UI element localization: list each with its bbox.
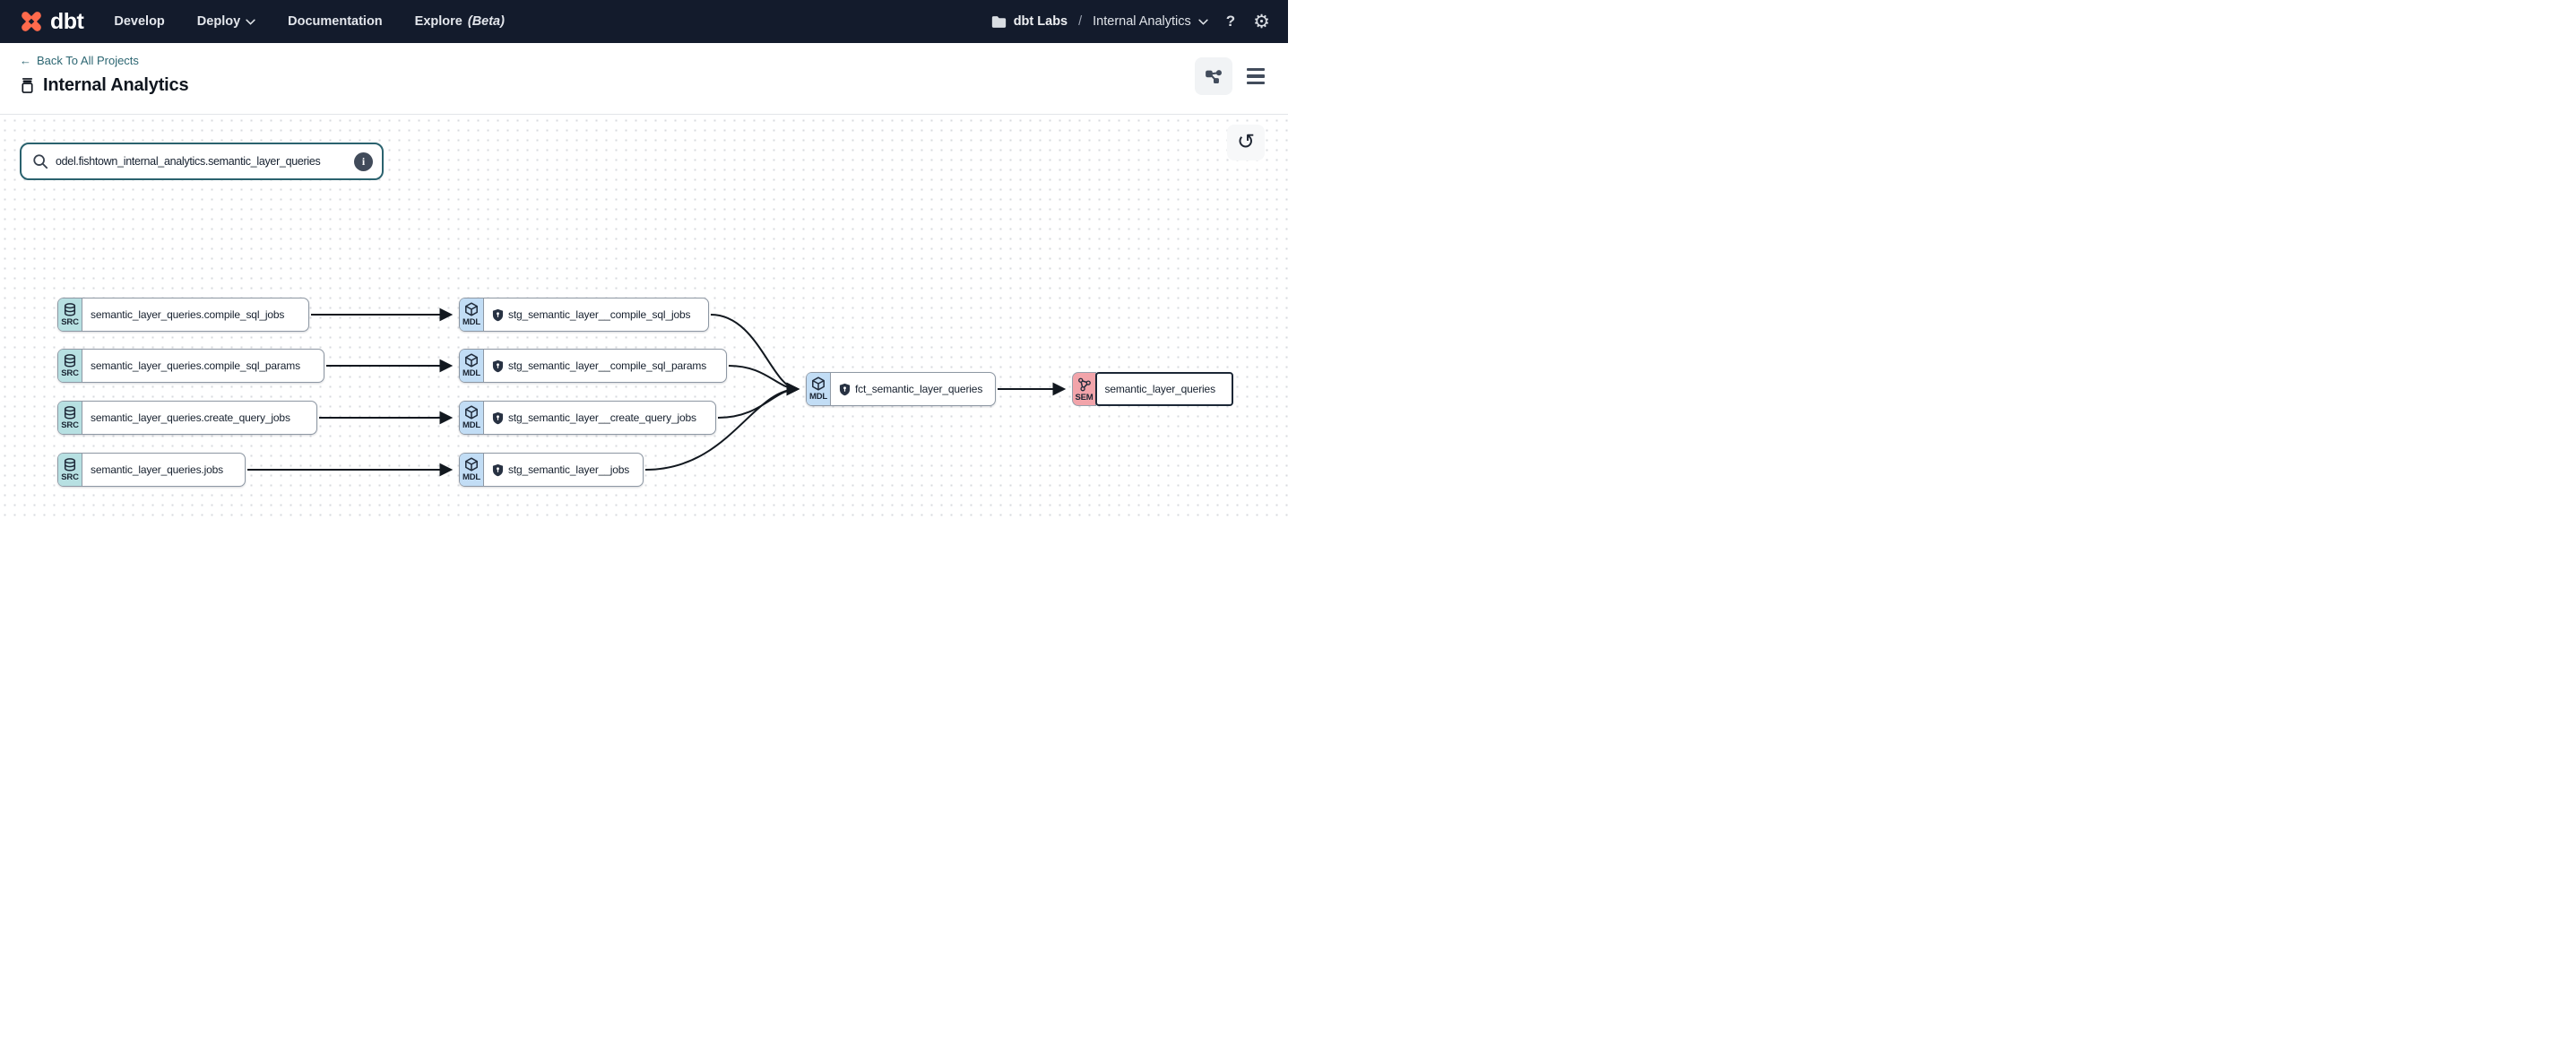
nav-item-documentation[interactable]: Documentation (288, 14, 383, 29)
search-icon (32, 153, 48, 169)
lineage-graph-icon (1204, 66, 1223, 86)
shield-icon (492, 411, 504, 425)
database-icon (63, 406, 77, 420)
breadcrumb-separator: / (1078, 14, 1082, 29)
graph-node-src_compile_sql_params[interactable]: SRCsemantic_layer_queries.compile_sql_pa… (57, 349, 324, 383)
dbt-cloud-app: dbt Develop Deploy Documentation Explore… (0, 0, 1288, 524)
database-icon (63, 458, 77, 472)
node-type-badge-mdl: MDL (460, 299, 484, 331)
info-icon[interactable]: i (354, 152, 373, 171)
help-icon[interactable]: ? (1226, 13, 1235, 30)
node-label: semantic_layer_queries.compile_sql_jobs (82, 299, 308, 331)
project-name: Internal Analytics (1093, 14, 1191, 29)
reset-icon: ↺ (1237, 132, 1255, 153)
shield-icon (839, 383, 851, 396)
search-input[interactable]: odel.fishtown_internal_analytics.semanti… (56, 155, 347, 168)
node-type-badge-src: SRC (58, 454, 82, 486)
chevron-down-icon (1198, 19, 1208, 25)
edge-stg_create_query_jobs-to-fct_semantic_layer_queries (718, 389, 798, 418)
graph-node-src_jobs[interactable]: SRCsemantic_layer_queries.jobs (57, 453, 246, 487)
explore-beta-tag: (Beta) (468, 14, 505, 29)
database-icon (63, 354, 77, 368)
chevron-down-icon (246, 19, 255, 25)
node-type-badge-sem: SEM (1072, 372, 1096, 406)
node-label: stg_semantic_layer__jobs (484, 454, 643, 486)
node-type-badge-mdl: MDL (460, 454, 484, 486)
node-type-badge-src: SRC (58, 299, 82, 331)
back-to-projects-link[interactable]: ← Back To All Projects (20, 54, 139, 67)
logo-text: dbt (50, 9, 83, 35)
graph-node-stg_compile_sql_jobs[interactable]: MDLstg_semantic_layer__compile_sql_jobs (459, 298, 709, 332)
shield-icon (492, 359, 504, 373)
reset-view-button[interactable]: ↺ (1227, 125, 1265, 160)
project-jar-icon (20, 77, 35, 94)
node-type-badge-mdl: MDL (460, 350, 484, 382)
graph-node-stg_jobs[interactable]: MDLstg_semantic_layer__jobs (459, 453, 644, 487)
cube-icon (464, 457, 479, 472)
node-label: stg_semantic_layer__compile_sql_jobs (484, 299, 708, 331)
nav-item-develop[interactable]: Develop (114, 14, 164, 29)
node-label: stg_semantic_layer__create_query_jobs (484, 402, 715, 434)
top-nav: dbt Develop Deploy Documentation Explore… (0, 0, 1288, 43)
node-label: semantic_layer_queries.jobs (82, 454, 245, 486)
back-arrow-icon: ← (20, 54, 31, 67)
node-type-badge-src: SRC (58, 350, 82, 382)
graph-node-semantic_layer_queries[interactable]: SEMsemantic_layer_queries (1072, 372, 1233, 406)
graph-node-fct_semantic_layer_queries[interactable]: MDLfct_semantic_layer_queries (806, 372, 996, 406)
graph-node-src_compile_sql_jobs[interactable]: SRCsemantic_layer_queries.compile_sql_jo… (57, 298, 309, 332)
node-label: semantic_layer_queries (1095, 372, 1234, 406)
folder-icon (991, 15, 1007, 29)
dbt-logo[interactable]: dbt (18, 8, 83, 35)
page-header: ← Back To All Projects Internal Analytic… (0, 43, 1288, 115)
lineage-view-button[interactable] (1195, 57, 1232, 95)
lineage-canvas[interactable]: odel.fishtown_internal_analytics.semanti… (0, 116, 1288, 524)
node-label: semantic_layer_queries.create_query_jobs (82, 402, 316, 434)
hamburger-icon (1247, 68, 1265, 71)
cube-icon (811, 376, 826, 391)
database-icon (63, 303, 77, 316)
semantic-layer-icon (1076, 376, 1092, 392)
settings-gear-icon[interactable]: ⚙ (1253, 13, 1270, 31)
account-project-switcher[interactable]: dbt Labs / Internal Analytics (991, 14, 1208, 29)
shield-icon (492, 308, 504, 322)
node-type-badge-mdl: MDL (460, 402, 484, 434)
nav-item-deploy[interactable]: Deploy (197, 14, 255, 29)
page-title: Internal Analytics (43, 75, 188, 96)
node-label: fct_semantic_layer_queries (831, 373, 995, 405)
graph-node-src_create_query_jobs[interactable]: SRCsemantic_layer_queries.create_query_j… (57, 401, 317, 435)
dbt-logo-icon (18, 8, 45, 35)
edge-stg_compile_sql_params-to-fct_semantic_layer_queries (729, 366, 798, 389)
node-label: semantic_layer_queries.compile_sql_param… (82, 350, 324, 382)
graph-node-stg_create_query_jobs[interactable]: MDLstg_semantic_layer__create_query_jobs (459, 401, 716, 435)
cube-icon (464, 302, 479, 316)
graph-node-stg_compile_sql_params[interactable]: MDLstg_semantic_layer__compile_sql_param… (459, 349, 727, 383)
node-label: stg_semantic_layer__compile_sql_params (484, 350, 726, 382)
node-type-badge-mdl: MDL (807, 373, 831, 405)
node-type-badge-src: SRC (58, 402, 82, 434)
account-name: dbt Labs (1014, 14, 1068, 29)
cube-icon (464, 405, 479, 420)
cube-icon (464, 353, 479, 368)
shield-icon (492, 463, 504, 477)
nav-item-explore[interactable]: Explore (Beta) (415, 14, 505, 29)
list-view-button[interactable] (1247, 68, 1265, 84)
lineage-search-box[interactable]: odel.fishtown_internal_analytics.semanti… (20, 143, 384, 180)
